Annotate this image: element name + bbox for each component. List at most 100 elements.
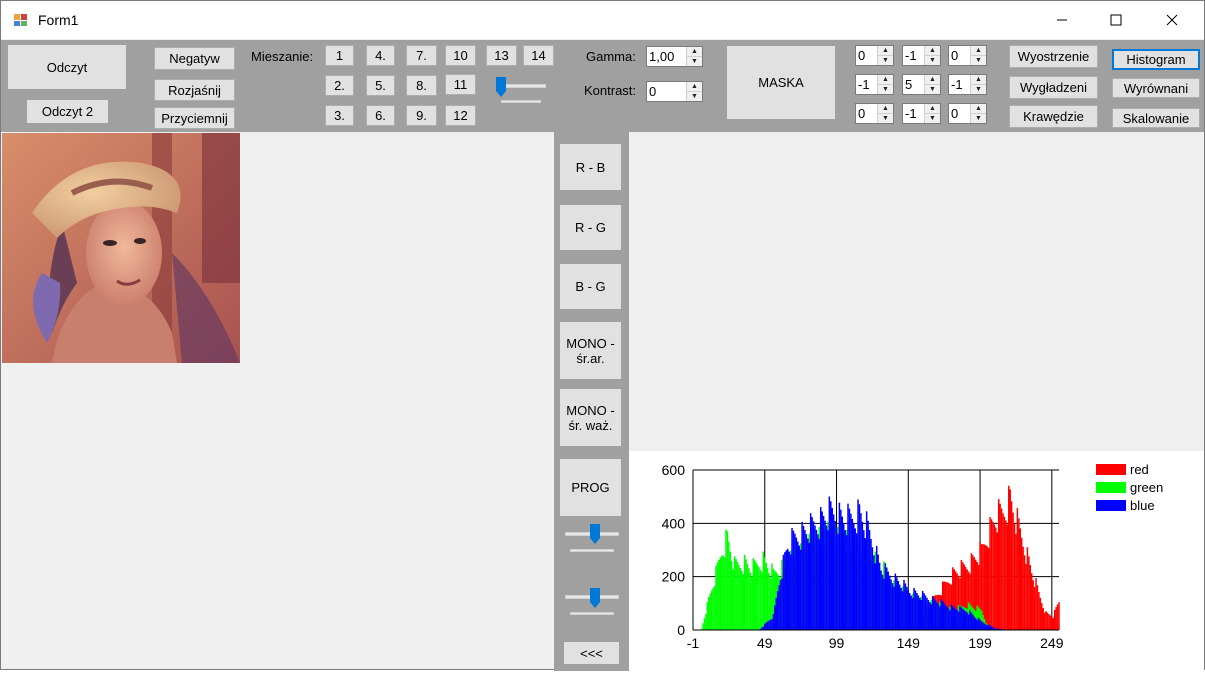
mix-button-13[interactable]: 13 xyxy=(486,45,517,66)
rg-button[interactable]: R - G xyxy=(560,205,621,250)
minimize-button[interactable] xyxy=(1039,1,1085,39)
mask-spinner-4[interactable]: 5 ▲ ▼ xyxy=(902,74,941,95)
gamma-value[interactable]: 1,00 xyxy=(647,47,686,66)
mask-button[interactable]: MASKA xyxy=(727,46,835,119)
mask-value[interactable]: -1 xyxy=(903,46,924,65)
mask-spinner-0[interactable]: 0 ▲ ▼ xyxy=(855,45,894,66)
spin-down-icon[interactable]: ▼ xyxy=(971,84,986,94)
mask-value[interactable]: -1 xyxy=(903,104,924,123)
spin-up-icon[interactable]: ▲ xyxy=(687,47,702,56)
y-tick-label: 400 xyxy=(662,515,686,531)
spin-down-icon[interactable]: ▼ xyxy=(971,55,986,65)
threshold-slider-2-thumb[interactable] xyxy=(589,587,601,609)
threshold-button[interactable]: PROG xyxy=(560,459,621,516)
mask-spinner-2[interactable]: 0 ▲ ▼ xyxy=(948,45,987,66)
negative-button[interactable]: Negatyw xyxy=(154,47,235,70)
mask-value[interactable]: -1 xyxy=(949,75,970,94)
maximize-button[interactable] xyxy=(1093,1,1139,39)
back-button[interactable]: <<< xyxy=(564,642,619,664)
mix-button-7[interactable]: 7. xyxy=(406,45,437,66)
mix-button-14[interactable]: 14 xyxy=(523,45,554,66)
mask-value[interactable]: 0 xyxy=(856,104,877,123)
threshold-slider-1-tickbar xyxy=(570,549,614,552)
mix-button-8[interactable]: 8. xyxy=(406,75,437,96)
mix-button-9[interactable]: 9. xyxy=(406,105,437,126)
mask-value[interactable]: 0 xyxy=(856,46,877,65)
spin-down-icon[interactable]: ▼ xyxy=(687,56,702,66)
spin-up-icon[interactable]: ▲ xyxy=(687,82,702,91)
spin-up-icon[interactable]: ▲ xyxy=(971,104,986,113)
mask-spinner-6[interactable]: 0 ▲ ▼ xyxy=(855,103,894,124)
x-tick-label: 199 xyxy=(968,635,992,651)
scaling-button[interactable]: Skalowanie xyxy=(1112,108,1200,128)
spin-down-icon[interactable]: ▼ xyxy=(925,84,940,94)
channel-panel: R - B R - G B - G MONO - śr.ar. MONO - ś… xyxy=(554,132,629,671)
mono-avg-button[interactable]: MONO - śr.ar. xyxy=(560,322,621,379)
contrast-value[interactable]: 0 xyxy=(647,82,686,101)
mix-button-1[interactable]: 1 xyxy=(325,45,354,66)
read2-button[interactable]: Odczyt 2 xyxy=(27,100,108,123)
gamma-spinner[interactable]: 1,00 ▲ ▼ xyxy=(646,46,703,67)
spin-down-icon[interactable]: ▼ xyxy=(878,84,893,94)
spin-down-icon[interactable]: ▼ xyxy=(925,55,940,65)
mask-spinner-7[interactable]: -1 ▲ ▼ xyxy=(902,103,941,124)
spin-down-icon[interactable]: ▼ xyxy=(925,113,940,123)
brighten-button[interactable]: Rozjaśnij xyxy=(154,79,235,101)
mix-button-6[interactable]: 6. xyxy=(366,105,395,126)
spin-down-icon[interactable]: ▼ xyxy=(878,55,893,65)
mask-spinner-3[interactable]: -1 ▲ ▼ xyxy=(855,74,894,95)
mix-button-5[interactable]: 5. xyxy=(366,75,395,96)
spin-up-icon[interactable]: ▲ xyxy=(925,104,940,113)
equalize-button[interactable]: Wyrównani xyxy=(1112,78,1200,98)
gamma-label: Gamma: xyxy=(586,49,636,64)
close-button[interactable] xyxy=(1149,1,1195,39)
mix-button-2[interactable]: 2. xyxy=(325,75,354,96)
mix-button-12[interactable]: 12 xyxy=(445,105,476,126)
spin-up-icon[interactable]: ▲ xyxy=(878,104,893,113)
y-tick-label: 200 xyxy=(662,569,686,585)
spin-down-icon[interactable]: ▼ xyxy=(878,113,893,123)
spin-down-icon[interactable]: ▼ xyxy=(687,91,702,101)
darken-button[interactable]: Przyciemnij xyxy=(154,107,235,129)
mix-button-4[interactable]: 4. xyxy=(366,45,395,66)
contrast-spinner[interactable]: 0 ▲ ▼ xyxy=(646,81,703,102)
mix-button-3[interactable]: 3. xyxy=(325,105,354,126)
legend-swatch-green xyxy=(1096,482,1126,493)
mask-spinner-5[interactable]: -1 ▲ ▼ xyxy=(948,74,987,95)
mask-value[interactable]: 0 xyxy=(949,104,970,123)
read-button[interactable]: Odczyt xyxy=(8,45,126,89)
mix-button-10[interactable]: 10 xyxy=(445,45,476,66)
mask-value[interactable]: 0 xyxy=(949,46,970,65)
mask-spinner-8[interactable]: 0 ▲ ▼ xyxy=(948,103,987,124)
legend-label-blue: blue xyxy=(1130,498,1155,513)
histogram-button[interactable]: Histogram xyxy=(1112,49,1200,70)
mixing-slider-thumb[interactable] xyxy=(495,76,507,98)
y-tick-label: 0 xyxy=(677,622,685,638)
mask-value[interactable]: -1 xyxy=(856,75,877,94)
mono-weighted-button[interactable]: MONO - śr. waż. xyxy=(560,389,621,446)
legend-label-green: green xyxy=(1130,480,1163,495)
x-tick-label: 149 xyxy=(897,635,921,651)
sharpen-button[interactable]: Wyostrzenie xyxy=(1009,45,1098,68)
app-window: Form1 Odczyt Odczyt 2 Negatyw Rozjaśnij … xyxy=(0,0,1205,671)
spin-up-icon[interactable]: ▲ xyxy=(971,46,986,55)
rb-button[interactable]: R - B xyxy=(560,144,621,190)
spin-up-icon[interactable]: ▲ xyxy=(878,46,893,55)
edges-button[interactable]: Krawędzie xyxy=(1009,105,1098,128)
mixing-label: Mieszanie: xyxy=(251,49,314,64)
smooth-button[interactable]: Wygładzeni xyxy=(1009,76,1098,99)
spin-up-icon[interactable]: ▲ xyxy=(925,46,940,55)
histogram-svg: -1 49 99 149 199 249 0 200 400 600 red green blue xyxy=(662,462,1164,651)
spin-down-icon[interactable]: ▼ xyxy=(971,113,986,123)
spin-up-icon[interactable]: ▲ xyxy=(971,75,986,84)
threshold-slider-1-thumb[interactable] xyxy=(589,523,601,545)
x-tick-label: 249 xyxy=(1040,635,1064,651)
mask-spinner-1[interactable]: -1 ▲ ▼ xyxy=(902,45,941,66)
bg-button[interactable]: B - G xyxy=(560,264,621,309)
threshold-slider-2-tickbar xyxy=(570,612,614,615)
mask-value[interactable]: 5 xyxy=(903,75,924,94)
spin-up-icon[interactable]: ▲ xyxy=(878,75,893,84)
close-icon xyxy=(1166,14,1178,26)
mix-button-11[interactable]: 11 xyxy=(445,74,476,95)
spin-up-icon[interactable]: ▲ xyxy=(925,75,940,84)
